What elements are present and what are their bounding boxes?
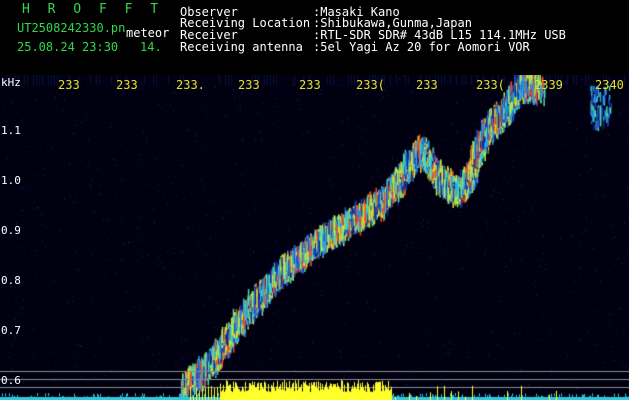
time-tick: 233( <box>356 78 385 92</box>
file-name: UT2508242330.pn <box>17 21 126 35</box>
app-title: H R O F F T <box>22 2 164 17</box>
freq-tick: 0.6 <box>1 374 21 387</box>
time-tick: 233 <box>116 78 138 92</box>
time-tick: 233 <box>299 78 321 92</box>
header-panel: H R O F F T UT2508242330.pn meteor 25.08… <box>0 0 629 75</box>
time-tick: 2340 <box>595 78 624 92</box>
frame-number: 14. <box>140 40 162 54</box>
time-tick: 233 <box>58 78 80 92</box>
time-tick: 233 <box>416 78 438 92</box>
antenna-value: :5el Yagi Az 20 for Aomori VOR <box>313 40 530 54</box>
freq-tick: 1.1 <box>1 124 21 137</box>
time-tick: 233 <box>238 78 260 92</box>
antenna-label: Receiving antenna <box>180 40 303 54</box>
time-tick: 2339 <box>534 78 563 92</box>
mode-label: meteor <box>126 26 170 40</box>
freq-tick: 1.0 <box>1 174 21 187</box>
date-time: 25.08.24 23:30 <box>17 40 119 54</box>
time-tick: 233( <box>476 78 505 92</box>
time-tick: 233. <box>176 78 205 92</box>
spectrogram-canvas <box>0 75 629 400</box>
freq-tick: 0.8 <box>1 274 21 287</box>
freq-tick: 0.9 <box>1 224 21 237</box>
time-axis: 233 233 233. 233 233 233( 233 233( 2339 … <box>0 79 629 93</box>
freq-tick: 0.7 <box>1 324 21 337</box>
